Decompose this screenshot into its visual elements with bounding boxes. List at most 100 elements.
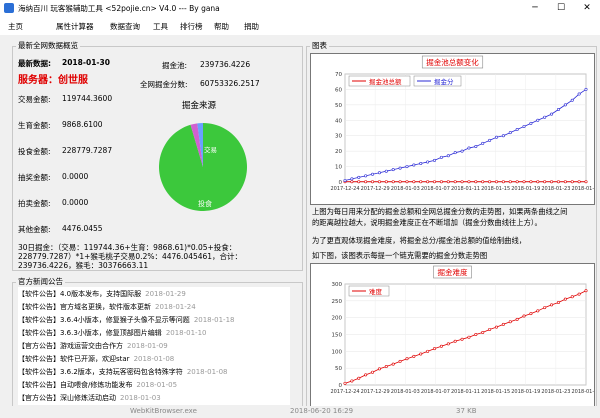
chart-1-box: 掘金池总额变化 0 10 20 30 40 50 60 70 2017-12-24 2017-12-…	[310, 53, 600, 205]
x-tick-label: 2018-01-19	[511, 389, 540, 395]
series-point	[543, 306, 547, 310]
latest-data-value: 2018-01-30	[62, 58, 110, 67]
series-point	[433, 158, 437, 162]
news-date: 2018-01-24	[155, 303, 196, 311]
series-point	[515, 317, 519, 321]
invest-amount-label: 投食金额:	[18, 147, 51, 156]
summary-line-3: 239736.4226，猴毛：30376663.11	[18, 261, 149, 270]
news-item[interactable]: 【软件公告】3.6.3小版本，修复顶部图片编辑 2018-01-10	[18, 328, 207, 338]
series-point	[377, 171, 381, 175]
maximize-button[interactable]: ☐	[548, 0, 574, 16]
chart-desc-2: 的距离越拉越大，说明掘金难度正在不断增加（掘金分数曲线往上方）。	[312, 218, 542, 227]
news-text: 【官方公告】游戏运营交由合作方	[18, 342, 123, 350]
news-item[interactable]: 【软件公告】3.6.2版本，支持玩客密码包含特殊字符 2018-01-08	[18, 367, 228, 377]
x-tick-label: 2017-12-24	[330, 389, 359, 395]
menu-home[interactable]: 主页	[8, 21, 23, 32]
news-text: 【软件公告】3.6.3小版本，修复顶部图片编辑	[18, 329, 162, 337]
series-point	[412, 354, 416, 358]
pie-label-invest: 投食	[198, 199, 212, 208]
menu-data-query[interactable]: 数据查询	[110, 21, 140, 32]
menu-attr-calculator[interactable]: 属性计算器	[56, 21, 94, 32]
x-tick-label: 2017-12-24	[330, 186, 359, 192]
news-item[interactable]: 【官方公告】深山修炼活动启动 2018-01-03	[18, 393, 161, 403]
news-list: 【软件公告】4.0版本发布，支持国际服 2018-01-29 【软件公告】官方域名…	[18, 287, 290, 405]
mining-source-pie: 交易 投食	[159, 123, 247, 211]
mining-pool-value: 239736.4226	[200, 60, 251, 69]
chart-2-box: 掘金难度 0 50 100 150 200 250 300 2017-12-24 2017-12-…	[310, 263, 600, 408]
series-point	[488, 138, 492, 142]
series-point	[384, 169, 388, 173]
y-tick-label: 40	[335, 118, 342, 124]
minimize-button[interactable]: ─	[522, 0, 548, 16]
series-point	[494, 135, 498, 139]
series-point	[412, 180, 416, 184]
series-point	[584, 180, 588, 184]
news-text: 【软件公告】4.0版本发布，支持国际服	[18, 290, 142, 298]
chart-desc-3: 为了更直观体现掘金难度，将掘金总分/掘金池总额的值绘制曲线，	[312, 236, 527, 245]
series-point	[364, 174, 368, 178]
chart-desc-1: 上图为每日用来分配的掘金总额和全网总掘金分数的走势图，如果两条曲线之间	[312, 207, 568, 216]
series-point	[536, 180, 540, 184]
y-tick-label: 50	[335, 366, 342, 372]
series-point	[467, 146, 471, 150]
y-tick-label: 100	[332, 349, 343, 355]
series-point	[563, 180, 567, 184]
news-item[interactable]: 【软件公告】软件已开源，欢迎star 2018-01-08	[18, 354, 174, 364]
series-point	[405, 180, 409, 184]
series-point	[446, 154, 450, 158]
series-point	[481, 330, 485, 334]
news-item[interactable]: 【软件公告】自动喂食/修炼功能发布 2018-01-05	[18, 380, 177, 390]
series-point	[426, 160, 430, 164]
series-point	[364, 180, 368, 184]
series-point	[371, 172, 375, 176]
news-item[interactable]: 【官方公告】游戏运营交由合作方 2018-01-09	[18, 341, 168, 351]
series-point	[439, 180, 443, 184]
series-point	[391, 180, 395, 184]
menu-help[interactable]: 帮助	[214, 21, 229, 32]
server-label: 服务器：创世服	[18, 75, 88, 86]
series-point	[453, 151, 457, 155]
series-point	[391, 168, 395, 172]
news-item[interactable]: 【软件公告】4.0版本发布，支持国际服 2018-01-29	[18, 289, 186, 299]
news-date: 2018-01-10	[165, 329, 207, 337]
series-point	[556, 301, 560, 305]
y-tick-label: 300	[332, 282, 343, 288]
series-point	[481, 180, 485, 184]
series-point	[536, 118, 540, 122]
menu-tools[interactable]: 工具	[153, 21, 168, 32]
series-point	[398, 359, 402, 363]
series-point	[426, 349, 430, 353]
x-tick-label: 2018-01-03	[391, 186, 420, 192]
menu-donate[interactable]: 捐助	[244, 21, 259, 32]
series-point	[536, 309, 540, 313]
series-point	[343, 381, 347, 385]
series-point	[371, 370, 375, 374]
news-group-title: 官方新闻公告	[16, 276, 65, 287]
x-tick-label: 2018-01-07	[421, 186, 450, 192]
news-item[interactable]: 【软件公告】官方域名更换，软件版本更新 2018-01-24	[18, 302, 196, 312]
series-point	[508, 131, 512, 135]
series-point	[515, 180, 519, 184]
menu-ranking[interactable]: 排行榜	[180, 21, 203, 32]
trade-amount-label: 交易金额:	[18, 95, 51, 104]
series-point	[584, 87, 588, 91]
series-point	[433, 347, 437, 351]
news-item[interactable]: 【软件公告】3.6.4小版本，修复猴子头像不显示等问题 2018-01-18	[18, 315, 235, 325]
close-button[interactable]: ✕	[574, 0, 600, 16]
series-point	[522, 124, 526, 128]
series-point	[439, 155, 443, 159]
series-point	[563, 103, 567, 107]
series-point	[474, 333, 478, 337]
file-size: 37 KB	[456, 407, 477, 415]
y-tick-label: 10	[335, 165, 342, 171]
y-tick-label: 150	[332, 333, 343, 339]
series-point	[556, 107, 560, 111]
series-point	[577, 92, 581, 96]
series-point	[570, 180, 574, 184]
series-point	[398, 166, 402, 170]
series-point	[529, 180, 533, 184]
y-tick-label: 50	[335, 103, 342, 109]
series-point	[377, 180, 381, 184]
chart-desc-4: 如下图，该图表示每提一个链克需要的掘金分数走势图	[312, 251, 488, 260]
legend-label: 难度	[369, 287, 383, 296]
